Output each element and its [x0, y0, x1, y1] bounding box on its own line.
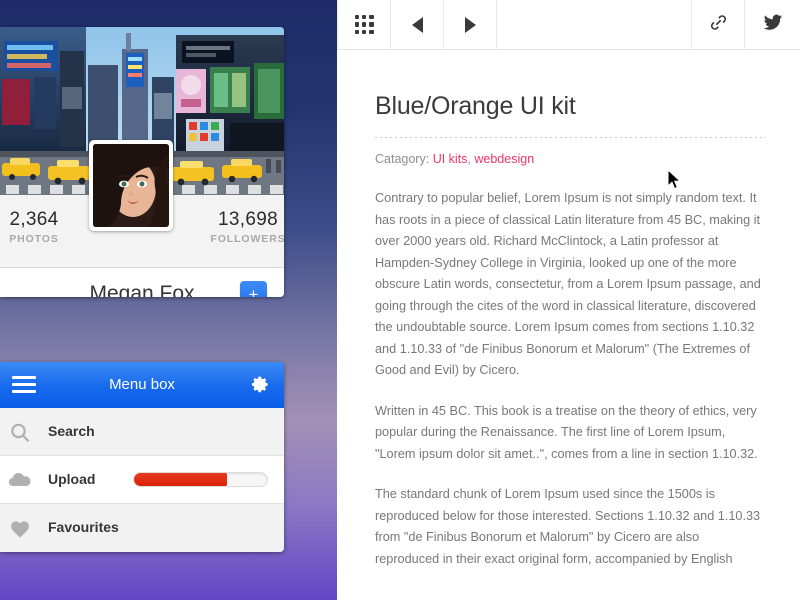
- toolbar: [337, 0, 800, 50]
- article-paragraph: The standard chunk of Lorem Ipsum used s…: [375, 487, 761, 566]
- article-paragraph: Contrary to popular belief, Lorem Ipsum …: [375, 191, 761, 377]
- cloud-upload-icon: [8, 469, 32, 493]
- divider: [375, 137, 766, 138]
- avatar-portrait-svg: [93, 144, 169, 227]
- add-user-button[interactable]: +: [240, 281, 267, 297]
- category-label: Catagory:: [375, 152, 430, 166]
- stat-photos: 2,364 PHOTOS: [0, 209, 89, 245]
- stat-photos-value: 2,364: [9, 209, 59, 230]
- sidebar-item-search-label: Search: [48, 423, 95, 439]
- menu-box-header: Menu box: [0, 362, 284, 408]
- category-link-webdesign[interactable]: webdesign: [474, 152, 534, 166]
- menu-box-title: Menu box: [109, 376, 175, 393]
- sidebar-item-upload[interactable]: Upload: [0, 456, 284, 504]
- stat-followers: 13,698 FOLLOWERS: [193, 209, 284, 245]
- stat-followers-value: 13,698: [218, 209, 278, 230]
- profile-name-row: Megan Fox +: [0, 269, 284, 297]
- article: Blue/Orange UI kit Catagory: UI kits, we…: [337, 50, 800, 570]
- sidebar-item-favourites-label: Favourites: [48, 519, 119, 535]
- link-icon: [708, 12, 729, 38]
- next-button[interactable]: [444, 0, 497, 49]
- article-title: Blue/Orange UI kit: [375, 92, 576, 120]
- twitter-bird-icon: [762, 12, 783, 38]
- previous-button[interactable]: [391, 0, 444, 49]
- sidebar-item-search[interactable]: Search: [0, 408, 284, 456]
- avatar-image: [93, 144, 169, 227]
- twitter-share-button[interactable]: [745, 0, 800, 49]
- category-link-ui-kits[interactable]: UI kits: [433, 152, 468, 166]
- upload-progress-fill: [134, 473, 228, 486]
- content-panel: Blue/Orange UI kit Catagory: UI kits, we…: [337, 0, 800, 600]
- grid-icon: [354, 15, 374, 34]
- triangle-left-icon: [411, 16, 423, 33]
- sidebar-item-upload-label: Upload: [48, 471, 96, 487]
- avatar: [89, 140, 173, 231]
- search-icon: [8, 421, 32, 445]
- sidebar-item-favourites[interactable]: Favourites: [0, 504, 284, 552]
- upload-progress-bar[interactable]: [133, 472, 268, 487]
- grid-view-button[interactable]: [337, 0, 391, 49]
- category-line: Catagory: UI kits, webdesign: [375, 152, 766, 166]
- stat-photos-label: PHOTOS: [9, 233, 59, 245]
- article-paragraph: Written in 45 BC. This book is a treatis…: [375, 403, 758, 461]
- profile-card: 2,364 PHOTOS 13,698 FOLLOWERS Megan Fox …: [0, 27, 284, 297]
- gear-icon[interactable]: [251, 375, 270, 394]
- triangle-right-icon: [464, 16, 476, 33]
- link-button[interactable]: [692, 0, 745, 49]
- toolbar-spacer: [497, 0, 692, 49]
- heart-icon: [8, 517, 32, 541]
- menu-box: Menu box Search Upload Favourites: [0, 362, 284, 552]
- stat-followers-label: FOLLOWERS: [210, 233, 284, 245]
